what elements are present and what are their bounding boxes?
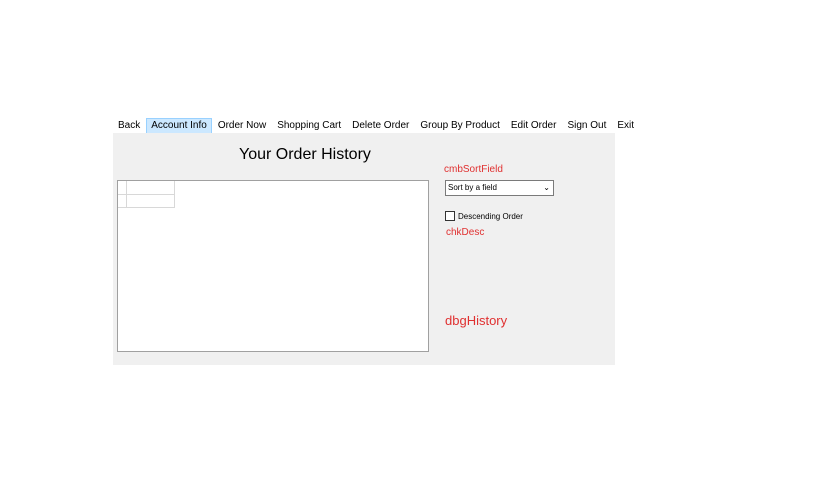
- sort-field-dropdown[interactable]: Sort by a field ⌄: [445, 180, 554, 196]
- checkbox-box[interactable]: [445, 211, 455, 221]
- menu-item-group-by-product[interactable]: Group By Product: [415, 118, 504, 134]
- menu-item-edit-order[interactable]: Edit Order: [506, 118, 562, 134]
- menu-item-back[interactable]: Back: [113, 118, 145, 134]
- chevron-down-icon: ⌄: [543, 183, 550, 192]
- menu-item-delete-order[interactable]: Delete Order: [347, 118, 414, 134]
- history-grid-design-label: dbgHistory: [445, 313, 508, 328]
- descending-order-label: Descending Order: [458, 211, 523, 221]
- order-history-grid[interactable]: [117, 180, 429, 352]
- menu-item-order-now[interactable]: Order Now: [213, 118, 271, 134]
- menu-item-account-info[interactable]: Account Info: [146, 117, 212, 134]
- menu-item-sign-out[interactable]: Sign Out: [562, 118, 611, 134]
- menu-item-exit[interactable]: Exit: [612, 118, 639, 134]
- sort-field-selected-value: Sort by a field: [448, 183, 497, 192]
- order-history-form: Your Order History cmbSortField Sort by …: [113, 133, 615, 365]
- menu-item-shopping-cart[interactable]: Shopping Cart: [272, 118, 346, 134]
- grid-cell[interactable]: [127, 195, 175, 208]
- grid-column-header[interactable]: [127, 181, 175, 195]
- menu-bar: Back Account Info Order Now Shopping Car…: [113, 117, 634, 134]
- grid-row-indicator-header: [118, 181, 127, 195]
- page-title: Your Order History: [239, 146, 371, 163]
- desc-checkbox-design-label: chkDesc: [446, 227, 485, 238]
- sort-combo-design-label: cmbSortField: [444, 164, 503, 175]
- grid-row-indicator: [118, 195, 127, 208]
- descending-order-checkbox[interactable]: Descending Order: [445, 211, 523, 221]
